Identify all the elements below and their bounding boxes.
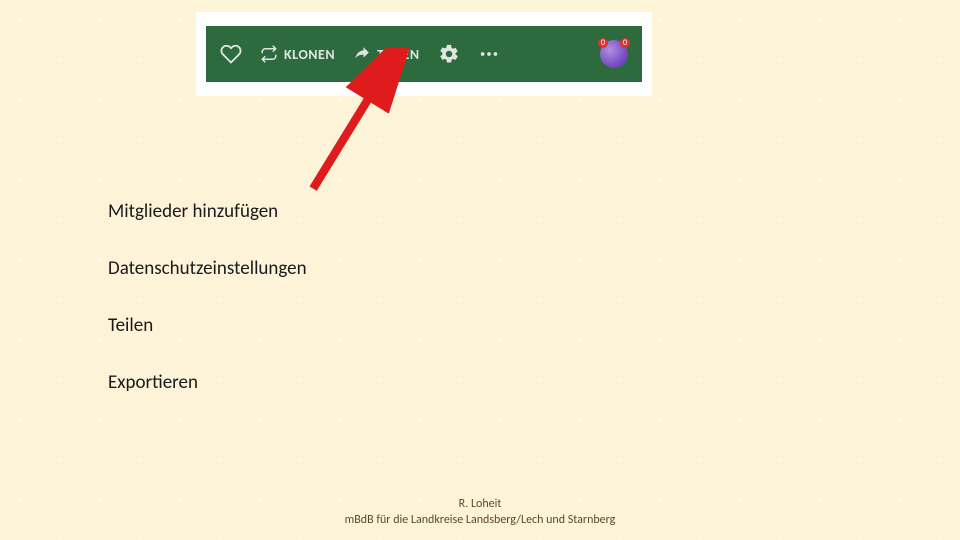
- repeat-icon: [260, 45, 278, 63]
- heart-icon[interactable]: [220, 43, 242, 65]
- share-arrow-icon: [353, 45, 371, 63]
- footer: R. Loheit mBdB für die Landkreise Landsb…: [0, 496, 960, 528]
- footer-role: mBdB für die Landkreise Landsberg/Lech u…: [0, 512, 960, 528]
- share-label: TEILEN: [377, 46, 419, 63]
- avatar[interactable]: [600, 40, 628, 68]
- menu-item-privacy: Datenschutzeinstellungen: [108, 257, 307, 280]
- gear-icon[interactable]: [438, 43, 460, 65]
- menu-item-add-members: Mitglieder hinzufügen: [108, 200, 307, 223]
- toolbar: KLONEN TEILEN: [206, 26, 642, 82]
- clone-label: KLONEN: [284, 46, 335, 63]
- menu-item-share: Teilen: [108, 314, 307, 337]
- more-icon[interactable]: [478, 43, 500, 65]
- clone-button[interactable]: KLONEN: [260, 45, 335, 63]
- toolbar-screenshot: KLONEN TEILEN: [196, 12, 652, 96]
- menu-list: Mitglieder hinzufügen Datenschutzeinstel…: [108, 200, 307, 428]
- menu-item-export: Exportieren: [108, 371, 307, 394]
- footer-author: R. Loheit: [0, 496, 960, 512]
- share-button[interactable]: TEILEN: [353, 45, 419, 63]
